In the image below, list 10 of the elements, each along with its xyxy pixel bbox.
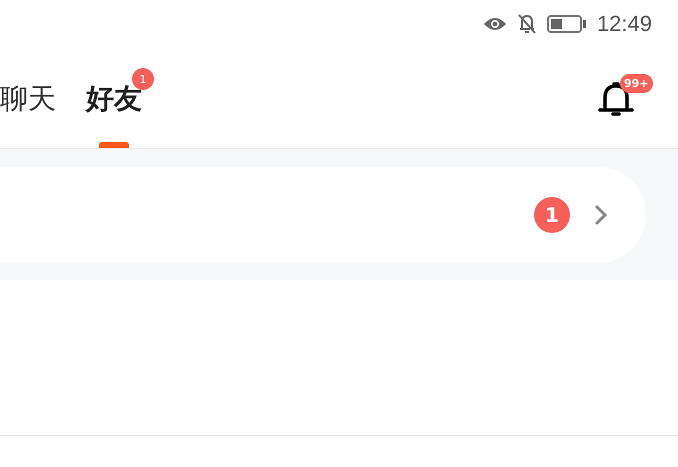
- notification-badge: 99+: [620, 74, 653, 93]
- eye-icon: [482, 16, 507, 32]
- tab-indicator: [99, 142, 129, 148]
- status-time: 12:49: [596, 11, 652, 37]
- battery-icon: [546, 14, 587, 34]
- chevron-right-icon: [594, 204, 608, 226]
- tab-badge: 1: [132, 68, 154, 90]
- muted-bell-icon: [516, 13, 537, 35]
- count-badge: 1: [534, 197, 570, 233]
- tab[interactable]: 聊天: [0, 80, 56, 118]
